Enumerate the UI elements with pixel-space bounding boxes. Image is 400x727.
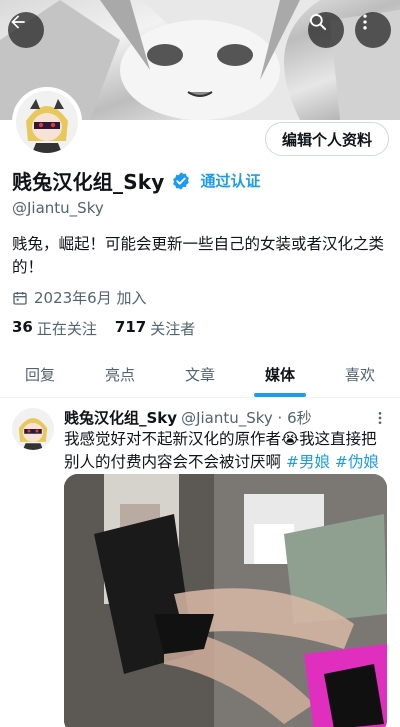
post-text: 我感觉好对不起新汉化的原作者😭我这直接把别人的付费内容会不会被讨厌啊 #男娘 #… (64, 428, 388, 474)
follow-stats: 36 正在关注 717 关注者 (12, 318, 213, 339)
post-author-name[interactable]: 贱兔汉化组_Sky (64, 407, 177, 428)
profile-avatar[interactable] (12, 87, 82, 157)
verified-badge-icon[interactable] (171, 171, 191, 191)
search-icon (310, 14, 327, 31)
tab-articles[interactable]: 文章 (160, 352, 240, 397)
tab-replies[interactable]: 回复 (0, 352, 80, 397)
following-count[interactable]: 36 (12, 318, 33, 339)
more-vertical-icon (363, 14, 367, 30)
post-handle-time: @Jiantu_Sky · 6秒 (181, 409, 312, 427)
profile-tabs: 回复 亮点 文章 媒体 喜欢 (0, 352, 400, 398)
hashtag-link[interactable]: #男娘 (286, 453, 330, 471)
hashtag-link[interactable]: #伪娘 (335, 453, 379, 471)
tab-highlights[interactable]: 亮点 (80, 352, 160, 397)
edit-profile-button[interactable]: 编辑个人资料 (265, 122, 389, 156)
post-body: 我感觉好对不起新汉化的原作者😭我这直接把别人的付费内容会不会被讨厌啊 (64, 430, 377, 471)
calendar-icon (13, 291, 27, 305)
tab-likes[interactable]: 喜欢 (320, 352, 400, 397)
get-verified-link[interactable]: 通过认证 (201, 170, 261, 191)
following-label[interactable]: 正在关注 (37, 318, 97, 339)
display-name: 贱兔汉化组_Sky (12, 170, 165, 194)
tab-media[interactable]: 媒体 (240, 352, 320, 397)
profile-name-row: 贱兔汉化组_Sky 通过认证 (12, 166, 261, 195)
arrow-left-icon (11, 15, 25, 29)
profile-bio: 贱兔，崛起！可能会更新一些自己的女装或者汉化之类的！ (12, 235, 385, 276)
joined-text: 2023年6月 加入 (34, 289, 147, 307)
more-options-button[interactable] (355, 12, 391, 48)
joined-date: 2023年6月 加入 (12, 287, 147, 308)
profile-handle: @Jiantu_Sky (12, 199, 104, 217)
followers-label[interactable]: 关注者 (150, 318, 195, 339)
post-media-image[interactable] (64, 474, 387, 727)
media-photo (64, 474, 387, 727)
back-button[interactable] (8, 12, 44, 48)
post-author-avatar[interactable] (12, 408, 54, 450)
post-avatar-artwork (12, 408, 54, 450)
avatar-artwork (16, 91, 78, 153)
search-button[interactable] (308, 12, 344, 48)
followers-count[interactable]: 717 (115, 318, 146, 339)
post-more-icon[interactable] (372, 410, 388, 426)
post-header: 贱兔汉化组_Sky @Jiantu_Sky · 6秒 (64, 407, 384, 428)
